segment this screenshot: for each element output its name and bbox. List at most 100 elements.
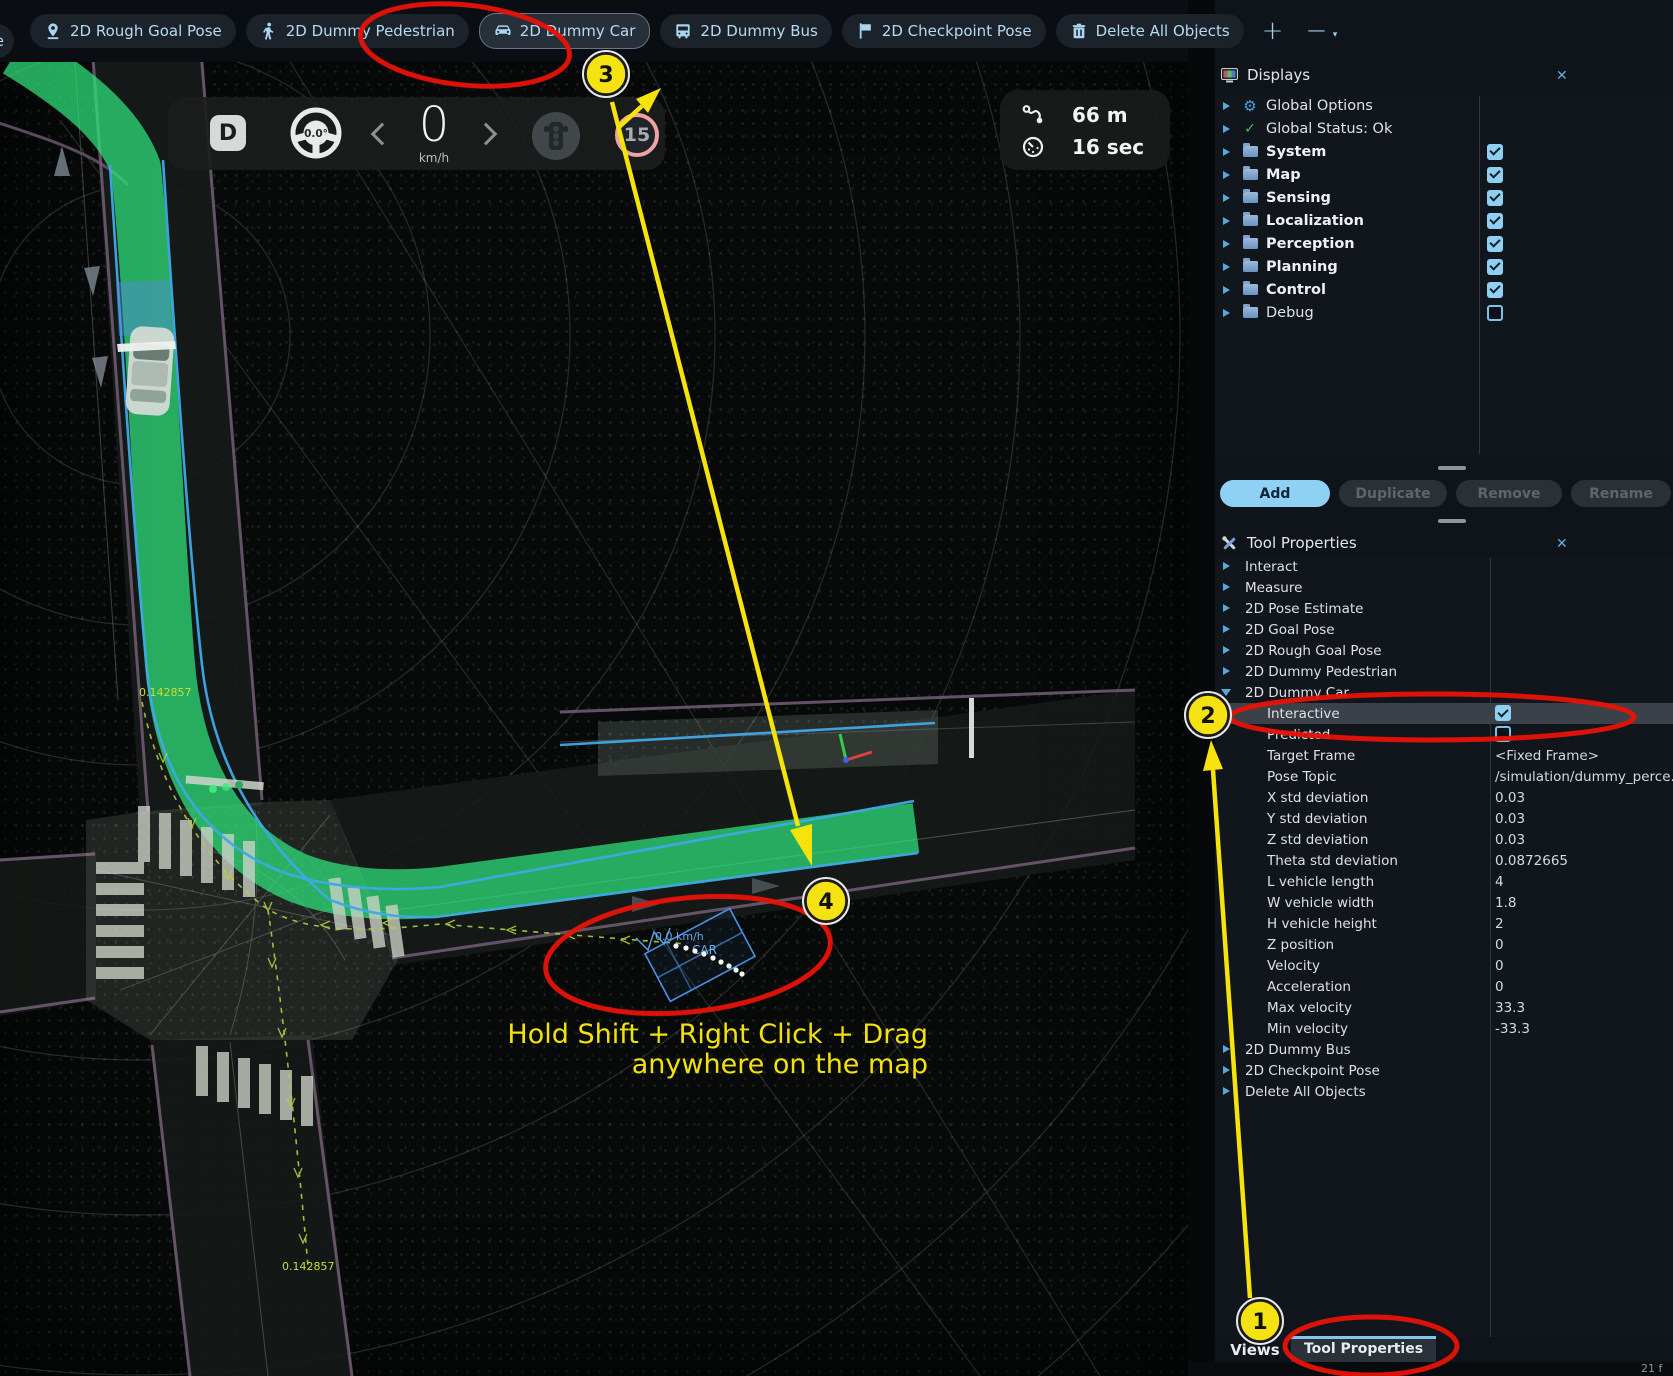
expand-arrow-icon[interactable] [1223,102,1234,110]
property-value[interactable]: 0 [1495,937,1504,953]
tool-property-w-vehicle-width[interactable]: W vehicle width1.8 [1215,892,1673,913]
displays-item-control[interactable]: Control [1215,278,1673,301]
map-canvas[interactable]: 0.142857 0.142857 0.0 km/h CAR [0,0,1188,1376]
add-button[interactable]: Add [1220,480,1330,507]
tool-property-2d-dummy-bus[interactable]: 2D Dummy Bus [1215,1039,1673,1060]
chevron-right-icon[interactable] [475,123,498,146]
tool-property-min-velocity[interactable]: Min velocity-33.3 [1215,1018,1673,1039]
expand-arrow-icon[interactable] [1223,667,1234,675]
displays-item-system[interactable]: System [1215,140,1673,163]
tool-property-2d-dummy-pedestrian[interactable]: 2D Dummy Pedestrian [1215,661,1673,682]
tool-property-l-vehicle-length[interactable]: L vehicle length4 [1215,871,1673,892]
property-checkbox[interactable] [1495,726,1511,742]
toolbar-button-2d-dummy-pedestrian[interactable]: 2D Dummy Pedestrian [246,14,469,48]
duplicate-button[interactable]: Duplicate [1339,480,1447,507]
displays-item-debug[interactable]: Debug [1215,301,1673,324]
expand-arrow-icon[interactable] [1223,562,1234,570]
property-value[interactable]: -33.3 [1495,1021,1530,1037]
visibility-checkbox[interactable] [1487,236,1503,252]
splitter-handle[interactable] [1438,466,1466,470]
property-value[interactable]: /simulation/dummy_perce... [1495,769,1673,785]
property-value[interactable]: 0.03 [1495,790,1525,806]
tool-property-2d-goal-pose[interactable]: 2D Goal Pose [1215,619,1673,640]
property-value[interactable]: 0 [1495,979,1504,995]
visibility-checkbox[interactable] [1487,167,1503,183]
tool-property-interactive[interactable]: Interactive [1215,703,1673,724]
expand-arrow-icon[interactable] [1223,1066,1234,1074]
expand-arrow-icon[interactable] [1223,240,1234,248]
displays-item-map[interactable]: Map [1215,163,1673,186]
toolbar-button-delete-all-objects[interactable]: Delete All Objects [1056,14,1244,48]
toolbar-button-2d-dummy-bus[interactable]: 2D Dummy Bus [660,14,831,48]
tool-property-interact[interactable]: Interact [1215,556,1673,577]
displays-item-global-options[interactable]: ⚙Global Options [1215,94,1673,117]
tool-property-z-std-deviation[interactable]: Z std deviation0.03 [1215,829,1673,850]
expand-arrow-icon[interactable] [1221,689,1231,701]
property-value[interactable]: 0.0872665 [1495,853,1568,869]
expand-arrow-icon[interactable] [1223,148,1234,156]
property-value[interactable]: <Fixed Frame> [1495,748,1599,764]
property-value[interactable]: 4 [1495,874,1504,890]
visibility-checkbox[interactable] [1487,282,1503,298]
property-value[interactable]: 0 [1495,958,1504,974]
toolbar-button-2d-dummy-car[interactable]: 2D Dummy Car [479,13,651,49]
expand-arrow-icon[interactable] [1223,194,1234,202]
property-checkbox[interactable] [1495,705,1511,721]
splitter-handle[interactable] [1438,519,1466,523]
expand-arrow-icon[interactable] [1223,1087,1234,1095]
tool-property-2d-dummy-car[interactable]: 2D Dummy Car [1215,682,1673,703]
panel-splitter[interactable] [1188,0,1215,1376]
visibility-checkbox[interactable] [1487,144,1503,160]
property-value[interactable]: 33.3 [1495,1000,1525,1016]
expand-arrow-icon[interactable] [1223,625,1234,633]
displays-item-global-status-ok[interactable]: ✓Global Status: Ok [1215,117,1673,140]
displays-item-planning[interactable]: Planning [1215,255,1673,278]
tool-property-theta-std-deviation[interactable]: Theta std deviation0.0872665 [1215,850,1673,871]
tool-property-target-frame[interactable]: Target Frame<Fixed Frame> [1215,745,1673,766]
remove-button[interactable]: Remove [1456,480,1562,507]
rename-button[interactable]: Rename [1571,480,1671,507]
property-value[interactable]: 1.8 [1495,895,1516,911]
expand-arrow-icon[interactable] [1223,125,1234,133]
tool-property-y-std-deviation[interactable]: Y std deviation0.03 [1215,808,1673,829]
visibility-checkbox[interactable] [1487,259,1503,275]
close-icon[interactable]: ✕ [1556,68,1568,84]
close-icon[interactable]: ✕ [1556,536,1568,552]
tool-property-h-vehicle-height[interactable]: H vehicle height2 [1215,913,1673,934]
tab-views[interactable]: Views [1224,1341,1286,1363]
remove-tool-button[interactable]: − ▾ [1303,18,1329,44]
property-value[interactable]: 0.03 [1495,832,1525,848]
tool-property-acceleration[interactable]: Acceleration0 [1215,976,1673,997]
expand-arrow-icon[interactable] [1223,263,1234,271]
expand-arrow-icon[interactable] [1223,217,1234,225]
visibility-checkbox[interactable] [1487,305,1503,321]
property-value[interactable]: 2 [1495,916,1504,932]
expand-arrow-icon[interactable] [1223,604,1234,612]
displays-item-localization[interactable]: Localization [1215,209,1673,232]
add-tool-button[interactable]: + [1260,18,1286,44]
map-viewport[interactable]: 0.142857 0.142857 0.0 km/h CAR [0,0,1188,1376]
tool-property-x-std-deviation[interactable]: X std deviation0.03 [1215,787,1673,808]
expand-arrow-icon[interactable] [1223,1045,1234,1053]
displays-item-perception[interactable]: Perception [1215,232,1673,255]
expand-arrow-icon[interactable] [1223,309,1234,317]
toolbar-button-2d-checkpoint-pose[interactable]: 2D Checkpoint Pose [842,14,1046,48]
tool-property-pose-topic[interactable]: Pose Topic/simulation/dummy_perce... [1215,766,1673,787]
tool-property-predicted[interactable]: Predicted [1215,724,1673,745]
tool-property-2d-checkpoint-pose[interactable]: 2D Checkpoint Pose [1215,1060,1673,1081]
tool-property-delete-all-objects[interactable]: Delete All Objects [1215,1081,1673,1102]
tool-property-velocity[interactable]: Velocity0 [1215,955,1673,976]
toolbar-button-2d-rough-goal-pose[interactable]: 2D Rough Goal Pose [30,14,236,48]
expand-arrow-icon[interactable] [1223,286,1234,294]
displays-item-sensing[interactable]: Sensing [1215,186,1673,209]
toolbar-button-partial[interactable]: e [0,24,14,58]
expand-arrow-icon[interactable] [1223,583,1234,591]
tool-property-max-velocity[interactable]: Max velocity33.3 [1215,997,1673,1018]
visibility-checkbox[interactable] [1487,190,1503,206]
chevron-left-icon[interactable] [371,123,394,146]
property-value[interactable]: 0.03 [1495,811,1525,827]
tool-property-2d-rough-goal-pose[interactable]: 2D Rough Goal Pose [1215,640,1673,661]
tool-property-z-position[interactable]: Z position0 [1215,934,1673,955]
expand-arrow-icon[interactable] [1223,646,1234,654]
tab-tool-properties[interactable]: Tool Properties [1291,1336,1436,1362]
